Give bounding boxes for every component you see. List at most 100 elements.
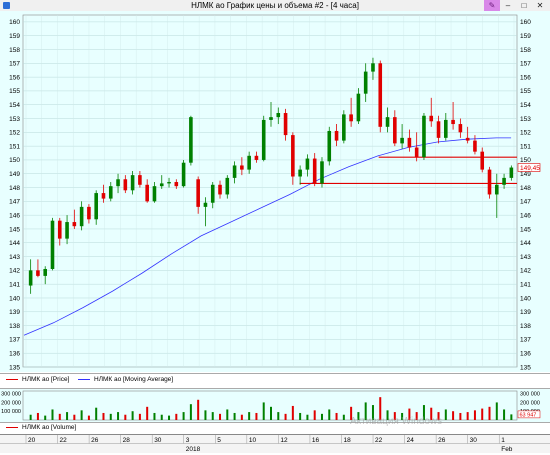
- candle-body: [480, 151, 485, 170]
- y-tick-right: 150: [520, 157, 531, 164]
- y-tick-right: 154: [520, 102, 531, 109]
- volume-legend: НЛМК ао [Volume]: [0, 422, 550, 434]
- day-label: 26: [91, 437, 99, 444]
- y-tick-right: 145: [520, 226, 531, 233]
- price-chart[interactable]: 160 160 159 159 158 158 157 157 156 156 155 155 154 1…: [0, 11, 550, 372]
- legend-volume-swatch: [6, 427, 18, 428]
- window-controls: ✎ – □ ✕: [484, 0, 548, 11]
- volume-bar: [495, 402, 498, 420]
- y-tick-right: 142: [520, 268, 531, 275]
- candle-body: [356, 93, 361, 122]
- y-tick-left: 145: [9, 226, 20, 233]
- y-tick-left: 148: [9, 185, 20, 192]
- volume-bar: [87, 415, 90, 420]
- volume-bar: [459, 412, 462, 420]
- candle-body: [101, 193, 106, 199]
- y-tick-left: 142: [9, 268, 20, 275]
- volume-bar: [109, 413, 112, 420]
- y-tick-right: 135: [520, 364, 531, 371]
- volume-bar: [95, 407, 98, 420]
- candle-body: [261, 119, 266, 160]
- volume-bar: [58, 413, 61, 420]
- day-label: 30: [470, 437, 478, 444]
- y-tick-left: 160: [9, 19, 20, 26]
- volume-bar: [320, 413, 323, 420]
- y-tick-left: 141: [9, 281, 20, 288]
- day-label: 3: [186, 437, 190, 444]
- minimize-button[interactable]: –: [500, 0, 516, 11]
- candle-body: [502, 177, 506, 185]
- y-tick-left: 157: [9, 61, 20, 68]
- price-chart-pane[interactable]: 160 160 159 159 158 158 157 157 156 156 155 155 154 1…: [0, 11, 550, 372]
- candle-body: [181, 162, 186, 187]
- pin-icon[interactable]: ✎: [484, 0, 500, 11]
- day-label: 12: [280, 437, 288, 444]
- day-label: 30: [154, 437, 162, 444]
- y-tick-right: 137: [520, 337, 531, 344]
- volume-bar: [510, 414, 513, 420]
- y-tick-right: 160: [520, 19, 531, 26]
- candle-body: [210, 184, 215, 203]
- candle-body: [509, 167, 514, 178]
- y-tick-right: 148: [520, 185, 531, 192]
- y-tick-right: 146: [520, 212, 531, 219]
- y-tick-left: 156: [9, 74, 20, 81]
- y-tick-right: 149: [520, 171, 531, 178]
- volume-bar: [291, 405, 294, 420]
- candle-body: [203, 202, 208, 207]
- volume-bar: [328, 409, 331, 420]
- y-tick-left: 143: [9, 254, 20, 261]
- volume-bar: [262, 402, 265, 420]
- volume-bar: [189, 404, 192, 420]
- candle-body: [232, 165, 237, 178]
- day-label: 16: [312, 437, 320, 444]
- legend-volume-label: НЛМК ао [Volume]: [22, 424, 77, 431]
- volume-bar: [146, 406, 149, 420]
- volume-bar: [306, 414, 309, 420]
- legend-volume: НЛМК ао [Volume]: [6, 424, 76, 431]
- volume-bar: [503, 409, 506, 420]
- volume-bar: [102, 412, 105, 420]
- volume-bar: [44, 415, 47, 420]
- moving-average-line: [23, 137, 512, 336]
- candle-body: [378, 63, 383, 127]
- candle-body: [334, 130, 339, 141]
- activation-watermark: Активация Windows: [350, 416, 443, 427]
- y-tick-right: 136: [520, 350, 531, 357]
- volume-chart[interactable]: 300 000200 000100 000300 000200 000100 0…: [0, 389, 550, 422]
- legend-price-label: НЛМК ао [Price]: [22, 376, 70, 383]
- candle-body: [72, 222, 77, 227]
- candle-body: [218, 184, 222, 195]
- candle-body: [43, 268, 48, 276]
- volume-bar: [313, 410, 316, 420]
- volume-bar: [277, 412, 280, 420]
- day-label: 18: [343, 437, 351, 444]
- volume-bar: [153, 412, 156, 420]
- day-label: 24: [407, 437, 415, 444]
- y-tick-left: 159: [9, 33, 20, 40]
- y-tick-right: 151: [520, 143, 531, 150]
- y-tick-left: 146: [9, 212, 20, 219]
- close-button[interactable]: ✕: [532, 0, 548, 11]
- candle-body: [465, 137, 470, 141]
- y-tick-left: 152: [9, 130, 20, 137]
- volume-bar: [299, 412, 302, 420]
- candle-body: [342, 114, 346, 141]
- candle-body: [327, 130, 332, 162]
- candle-body: [167, 182, 171, 184]
- time-axis-labels: 20 22 26 28 30 3 5 10 12 16 18 22 24 26 30 12018 Feb: [0, 435, 550, 453]
- volume-chart-pane[interactable]: 300 000200 000100 000300 000200 000100 0…: [0, 389, 550, 422]
- maximize-button[interactable]: □: [516, 0, 532, 11]
- candle-body: [407, 137, 412, 148]
- candle-body: [422, 115, 426, 158]
- candle-body: [429, 115, 434, 122]
- volume-bar: [182, 412, 185, 420]
- volume-bar: [240, 414, 243, 420]
- candle-body: [444, 119, 448, 138]
- plot-frame: [22, 14, 518, 368]
- y-tick-right: 157: [520, 61, 531, 68]
- y-tick-left: 135: [9, 364, 20, 371]
- volume-bar: [168, 415, 171, 420]
- volume-bar: [270, 406, 272, 420]
- volume-bar: [197, 399, 200, 420]
